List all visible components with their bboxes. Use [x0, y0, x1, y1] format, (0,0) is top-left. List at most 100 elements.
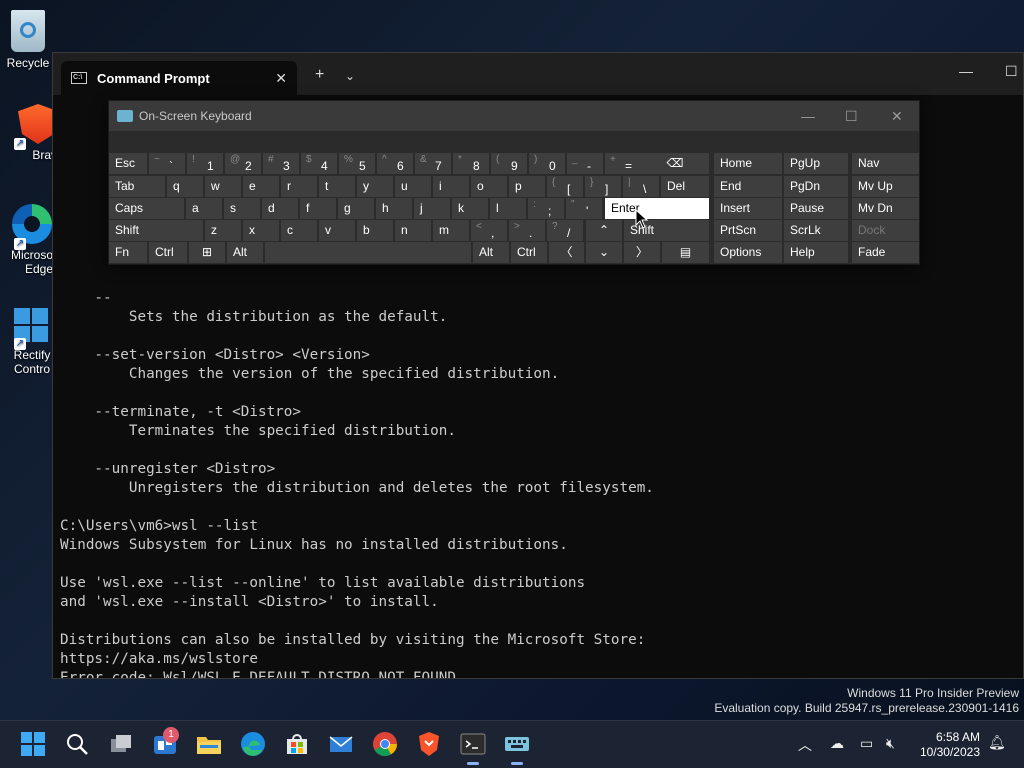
volume-icon[interactable]: 🔇︎ [886, 735, 895, 752]
key-k[interactable]: k [452, 198, 488, 219]
key-5[interactable]: % 5 [339, 153, 375, 174]
key-bracket-2[interactable]: | \ [623, 176, 659, 197]
key-home[interactable]: Home [714, 153, 782, 174]
key-fn[interactable]: Fn [109, 242, 147, 263]
file-explorer-button[interactable] [196, 731, 222, 757]
key-pgdn[interactable]: PgDn [784, 176, 848, 197]
new-tab-icon[interactable]: + [315, 66, 324, 84]
key-e[interactable]: e [243, 176, 279, 197]
key-1[interactable]: ! 1 [187, 153, 223, 174]
key-v[interactable]: v [319, 220, 355, 241]
key-punct-0[interactable]: :; [528, 198, 564, 219]
key-insert[interactable]: Insert [714, 198, 782, 219]
key-scrlk[interactable]: ScrLk [784, 220, 848, 241]
notification-bell-icon[interactable]: 🔔︎ [988, 734, 1006, 751]
key-2[interactable]: @2 [225, 153, 261, 174]
clock[interactable]: 6:58 AM 10/30/2023 [920, 730, 980, 760]
key-4[interactable]: $4 [301, 153, 337, 174]
key-u[interactable]: u [395, 176, 431, 197]
tab-command-prompt[interactable]: C:\ Command Prompt ✕ [61, 61, 297, 95]
key-i[interactable]: i [433, 176, 469, 197]
key-mv-up[interactable]: Mv Up [852, 176, 919, 197]
key-r[interactable]: r [281, 176, 317, 197]
osk-maximize-icon[interactable]: ☐ [845, 108, 858, 125]
key-mv-dn[interactable]: Mv Dn [852, 198, 919, 219]
key-ctrl-right[interactable]: Ctrl [511, 242, 547, 263]
osk-minimize-icon[interactable]: — [801, 108, 815, 124]
network-icon[interactable]: ▭ [860, 735, 873, 752]
key-windows[interactable]: ⊞ [189, 242, 225, 263]
key-alt-right[interactable]: Alt [473, 242, 509, 263]
task-view-button[interactable] [108, 731, 134, 757]
key-right-arrow[interactable]: 〉 [624, 242, 660, 263]
minimize-icon[interactable]: — [959, 63, 973, 79]
key-l[interactable]: l [490, 198, 526, 219]
key-bracket-1[interactable]: }] [585, 176, 621, 197]
desktop-icon-recycle-bin[interactable]: Recycle [0, 10, 56, 70]
osk-titlebar[interactable]: On-Screen Keyboard [109, 101, 919, 131]
key-8[interactable]: * 8 [453, 153, 489, 174]
start-button[interactable] [20, 731, 46, 757]
on-screen-keyboard[interactable]: On-Screen Keyboard — ☐ ✕ Esc ⌫ Tab Del C… [108, 100, 920, 265]
key-`[interactable]: ~ ` [149, 153, 185, 174]
key-space[interactable] [265, 242, 471, 263]
key-tab[interactable]: Tab [109, 176, 165, 197]
key-0[interactable]: ) 0 [529, 153, 565, 174]
key-7[interactable]: & 7 [415, 153, 451, 174]
key-c[interactable]: c [281, 220, 317, 241]
key-j[interactable]: j [414, 198, 450, 219]
chevron-up-icon[interactable]: ︿ [798, 735, 812, 755]
key-down-arrow[interactable]: ⌄ [586, 242, 622, 263]
key-f[interactable]: f [300, 198, 336, 219]
key-menu[interactable]: ▤ [662, 242, 709, 263]
key-pgup[interactable]: PgUp [784, 153, 848, 174]
store-button[interactable] [284, 731, 310, 757]
key-alt-left[interactable]: Alt [227, 242, 263, 263]
osk-close-icon[interactable]: ✕ [891, 108, 903, 125]
key-punct-2[interactable]: <, [471, 220, 507, 241]
tab-close-icon[interactable]: ✕ [275, 70, 287, 87]
key-caps[interactable]: Caps [109, 198, 184, 219]
key-6[interactable]: ^ 6 [377, 153, 413, 174]
key-bracket-0[interactable]: {[ [547, 176, 583, 197]
key-b[interactable]: b [357, 220, 393, 241]
brave-taskbar-button[interactable] [416, 731, 442, 757]
key-left-arrow[interactable]: 〈 [549, 242, 584, 263]
key-q[interactable]: q [167, 176, 203, 197]
key-w[interactable]: w [205, 176, 241, 197]
key-y[interactable]: y [357, 176, 393, 197]
key-punct-1[interactable]: " ' [566, 198, 602, 219]
key-end[interactable]: End [714, 176, 782, 197]
key-esc[interactable]: Esc [109, 153, 147, 174]
key-p[interactable]: p [509, 176, 545, 197]
mail-button[interactable] [328, 731, 354, 757]
key-a[interactable]: a [186, 198, 222, 219]
key--[interactable]: _ - [567, 153, 603, 174]
key-s[interactable]: s [224, 198, 260, 219]
key-h[interactable]: h [376, 198, 412, 219]
key-x[interactable]: x [243, 220, 279, 241]
key-g[interactable]: g [338, 198, 374, 219]
terminal-titlebar[interactable]: C:\ Command Prompt ✕ + ⌄ — ☐ [53, 53, 1023, 95]
key-up-arrow[interactable]: ⌃ [586, 220, 622, 241]
key-3[interactable]: #3 [263, 153, 299, 174]
key-dock[interactable]: Dock [852, 220, 919, 241]
key-9[interactable]: (9 [491, 153, 527, 174]
maximize-icon[interactable]: ☐ [1005, 63, 1018, 80]
key-fade[interactable]: Fade [852, 242, 919, 263]
key-backspace[interactable]: ⌫ [641, 153, 709, 174]
chrome-button[interactable] [372, 731, 398, 757]
key-pause[interactable]: Pause [784, 198, 848, 219]
key-t[interactable]: t [319, 176, 355, 197]
key-nav[interactable]: Nav [852, 153, 919, 174]
key-=[interactable]: + = [605, 153, 641, 174]
key-punct-3[interactable]: >. [509, 220, 545, 241]
cloud-sync-icon[interactable]: ☁ [830, 735, 844, 752]
key-ctrl-left[interactable]: Ctrl [149, 242, 187, 263]
edge-taskbar-button[interactable] [240, 731, 266, 757]
key-prtscn[interactable]: PrtScn [714, 220, 782, 241]
key-m[interactable]: m [433, 220, 469, 241]
key-o[interactable]: o [471, 176, 507, 197]
key-help[interactable]: Help [784, 242, 848, 263]
terminal-taskbar-button[interactable] [460, 731, 486, 765]
